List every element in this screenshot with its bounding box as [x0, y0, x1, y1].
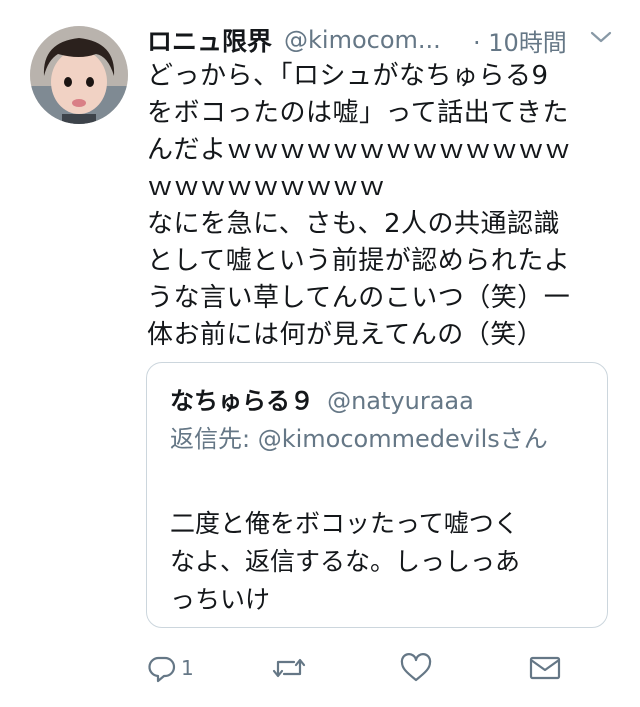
like-button[interactable] — [400, 650, 432, 686]
quoted-tweet-text: 二度と俺をボコッたって嘘つく なよ、返信するな。しっしっあ っちいけ — [170, 509, 521, 614]
reply-count: 1 — [181, 656, 194, 680]
retweet-button[interactable] — [272, 650, 306, 686]
reply-to-label: 返信先: @kimocommedevilsさん — [170, 425, 548, 453]
action-bar: 1 — [147, 650, 617, 690]
like-icon — [400, 653, 432, 682]
avatar[interactable] — [30, 26, 128, 124]
quoted-display-name: なちゅらる９ — [170, 387, 314, 415]
avatar-image — [30, 26, 128, 124]
retweet-icon — [272, 658, 306, 678]
tweet[interactable]: ロニュ限界 @kimocom... · 10時間 どっから、「ロシュがなちゅらる… — [0, 0, 640, 707]
display-name[interactable]: ロニュ限界 — [147, 22, 272, 58]
user-handle[interactable]: @kimocom... — [284, 26, 459, 54]
quoted-user-handle: @natyuraaa — [327, 387, 474, 415]
tweet-text: どっから、「ロシュがなちゅらる9 をボコったのは嘘」って話出てきた んだよｗｗｗ… — [147, 61, 572, 350]
tweet-header: ロニュ限界 @kimocom... · 10時間 — [147, 20, 617, 60]
quoted-tweet-header: なちゅらる９ @natyuraaa — [170, 381, 474, 416]
timestamp[interactable]: · 10時間 — [473, 23, 567, 58]
chevron-down-icon[interactable] — [590, 30, 612, 44]
reply-icon — [148, 656, 176, 683]
reply-button[interactable]: 1 — [147, 650, 194, 686]
direct-message-button[interactable] — [529, 650, 561, 686]
quoted-tweet[interactable]: なちゅらる９ @natyuraaa 返信先: @kimocommedevilsさ… — [146, 362, 608, 628]
message-icon — [529, 656, 561, 680]
